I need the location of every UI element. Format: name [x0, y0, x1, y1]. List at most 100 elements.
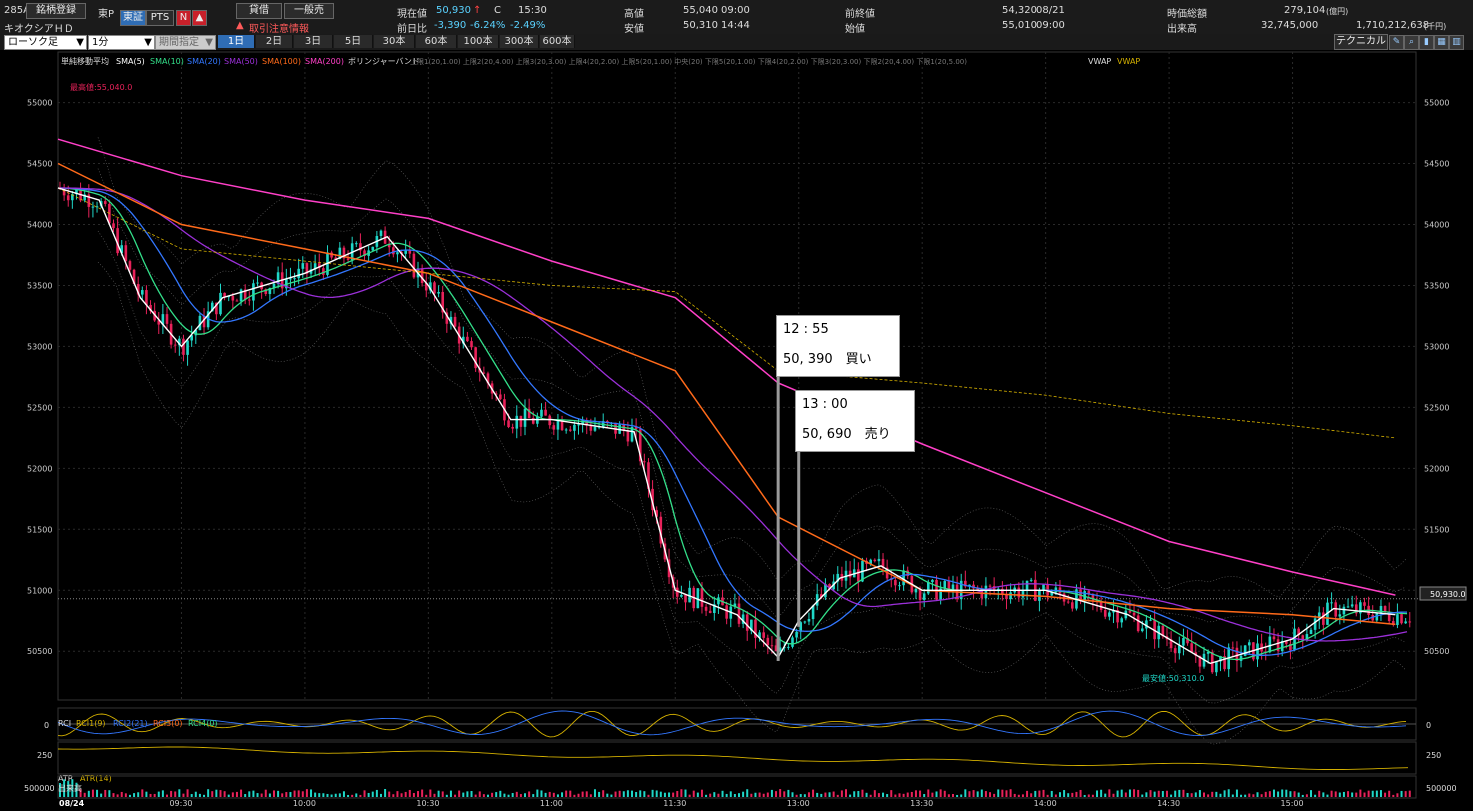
- volume-bar: [1083, 794, 1086, 797]
- volume-bar: [491, 792, 494, 797]
- tse-button[interactable]: 東証: [120, 10, 146, 26]
- candle-body: [795, 631, 798, 638]
- tab-2day[interactable]: 2日: [256, 35, 293, 48]
- volume-bar: [1153, 791, 1156, 797]
- tab-1day[interactable]: 1日: [218, 35, 255, 48]
- volume-bar: [733, 793, 736, 797]
- candle-body: [898, 585, 901, 587]
- volume-bar: [1252, 794, 1255, 797]
- volume-bar: [832, 791, 835, 797]
- bell-icon[interactable]: ▲: [192, 10, 207, 26]
- y-tick-left: 54500: [27, 160, 52, 169]
- volume-bar: [264, 789, 267, 797]
- volume-bar: [285, 792, 288, 797]
- candle-body: [1108, 612, 1111, 617]
- candle-body: [1350, 604, 1354, 607]
- volume-bar: [112, 793, 115, 797]
- volume-bar: [1388, 790, 1391, 797]
- y-tick-right: 50500: [1424, 647, 1449, 656]
- volume-bar: [1277, 791, 1280, 797]
- alert-link[interactable]: 取引注意情報: [249, 20, 309, 35]
- volume-bar: [1359, 789, 1362, 797]
- tab-600bars[interactable]: 600本: [540, 35, 575, 48]
- volume-bar: [713, 792, 716, 797]
- volume-bar: [1248, 793, 1251, 797]
- volume-bar: [536, 789, 539, 797]
- volume-bar: [556, 794, 559, 797]
- candle-body: [1383, 606, 1387, 612]
- volume-bar: [717, 793, 720, 797]
- x-tick-label: 15:00: [1281, 799, 1304, 808]
- tab-300bars[interactable]: 300本: [500, 35, 539, 48]
- volume-bar: [301, 791, 304, 797]
- volume-bar: [1174, 790, 1177, 797]
- news-icon[interactable]: N: [176, 10, 191, 26]
- volume-bar: [174, 791, 177, 797]
- warning-icon[interactable]: ▲: [236, 20, 244, 31]
- tab-60bars[interactable]: 60本: [416, 35, 457, 48]
- pencil-icon[interactable]: ✎: [1389, 35, 1404, 50]
- volume-bar: [153, 793, 156, 797]
- interval-select[interactable]: 1分 ▼: [88, 35, 155, 50]
- tab-30bars[interactable]: 30本: [374, 35, 415, 48]
- tab-5day[interactable]: 5日: [334, 35, 373, 48]
- chart-type-select[interactable]: ローソク足 ▼: [4, 35, 87, 50]
- candle-body: [1309, 629, 1313, 635]
- volume-bar: [149, 793, 152, 797]
- volume-bar: [524, 793, 527, 797]
- x-tick-label: 09:30: [169, 799, 192, 808]
- candle-body: [1182, 637, 1185, 646]
- volume-bar: [503, 793, 506, 797]
- volume-bar: [532, 794, 535, 797]
- register-button[interactable]: 銘柄登録: [26, 3, 86, 19]
- candle-body: [173, 344, 177, 346]
- price-time: 15:30: [518, 5, 547, 16]
- volume-bar: [1404, 791, 1407, 797]
- candle-body: [1215, 661, 1218, 673]
- volume-bar: [421, 789, 424, 797]
- volume-bar: [441, 791, 444, 797]
- candle-body: [1005, 594, 1008, 600]
- volume-bar: [1310, 790, 1313, 797]
- candle-body: [515, 415, 519, 429]
- candle-body: [626, 430, 630, 442]
- y-tick-right: 54000: [1424, 221, 1449, 230]
- volume-bar: [989, 792, 992, 797]
- volume-bar: [437, 790, 440, 797]
- bar-chart-icon[interactable]: ▮: [1419, 35, 1434, 50]
- volume-bar: [1355, 792, 1358, 797]
- general-short-button[interactable]: 一般売: [284, 3, 334, 19]
- candle-body: [165, 314, 169, 324]
- table-icon[interactable]: ▦: [1434, 35, 1449, 50]
- tab-3day[interactable]: 3日: [294, 35, 333, 48]
- volume-bar: [470, 791, 473, 797]
- price-chart[interactable]: 5050050500510005100051500515005200052000…: [0, 50, 1473, 811]
- volume-bar: [454, 794, 457, 797]
- tab-100bars[interactable]: 100本: [458, 35, 499, 48]
- volume-bar: [861, 789, 864, 797]
- x-tick-label: 10:30: [416, 799, 439, 808]
- candle-body: [943, 581, 947, 589]
- volume-bar: [334, 793, 337, 797]
- zoom-icon[interactable]: ⌕: [1404, 35, 1419, 50]
- candle-body: [412, 253, 416, 278]
- volume-bar: [602, 790, 605, 797]
- volume-bar: [742, 791, 745, 797]
- period-select[interactable]: 期間指定 ▼: [155, 35, 216, 50]
- pts-button[interactable]: PTS: [146, 10, 174, 26]
- volume-bar: [700, 789, 703, 797]
- credit-button[interactable]: 貸借: [236, 3, 282, 19]
- candle-body: [700, 588, 704, 607]
- volume-bar: [260, 793, 263, 797]
- technical-button[interactable]: テクニカル: [1334, 34, 1388, 50]
- candle-body: [466, 336, 469, 342]
- volume-bar: [927, 789, 930, 797]
- layout-icon[interactable]: ▥: [1449, 35, 1464, 50]
- volume-bar: [116, 794, 119, 797]
- candle-body: [301, 263, 305, 269]
- candle-body: [1400, 614, 1403, 624]
- candle-body: [297, 268, 300, 279]
- candle-body: [1021, 590, 1025, 598]
- volume-bar: [791, 792, 794, 797]
- change-label: 前日比: [397, 24, 427, 35]
